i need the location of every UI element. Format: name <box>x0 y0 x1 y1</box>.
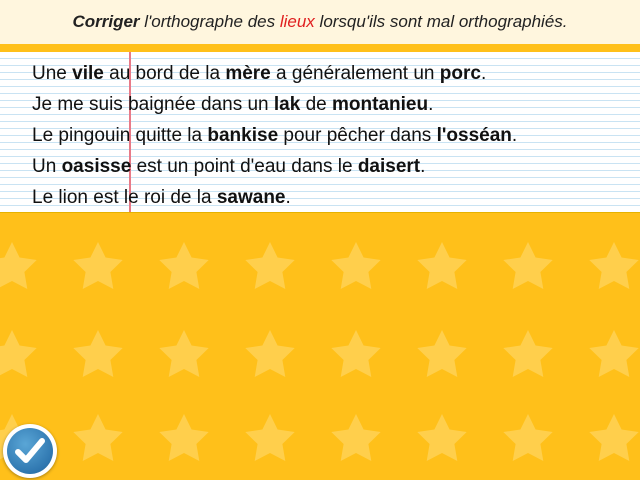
sentence-text: . <box>428 94 434 115</box>
star-shape <box>331 330 381 377</box>
star-shape <box>417 414 467 461</box>
sentence-text: . <box>285 187 291 208</box>
star-shape <box>73 242 123 289</box>
star-shape <box>503 330 553 377</box>
star-shape <box>0 330 37 377</box>
star-shape <box>503 414 553 461</box>
star-shape <box>331 414 381 461</box>
sentence-text: . <box>480 63 487 84</box>
misspelled-word[interactable]: vile <box>72 63 104 84</box>
sentence-line: Une vile au bord de la mère a généraleme… <box>32 58 632 89</box>
star-shape <box>159 330 209 377</box>
misspelled-word[interactable]: porc <box>440 63 481 84</box>
misspelled-word[interactable]: oasisse <box>62 156 132 177</box>
instruction-verb: Corriger <box>72 12 140 31</box>
sentence-text: Le pingouin quitte la <box>32 125 208 146</box>
sentence-line: Un oasisse est un point d'eau dans le da… <box>32 151 632 182</box>
instruction-text: l'orthographe des <box>139 12 280 31</box>
star-shape <box>589 414 639 461</box>
star-shape <box>159 414 209 461</box>
sentence-text: pour pêcher dans <box>278 125 437 146</box>
misspelled-word[interactable]: bankise <box>207 125 278 146</box>
star-shape <box>73 414 123 461</box>
instruction-text-end: lorsqu'ils sont mal orthographiés. <box>314 12 568 31</box>
misspelled-word[interactable]: lak <box>274 94 300 115</box>
sentence-line: Je me suis baignée dans un lak de montan… <box>32 89 632 120</box>
star-shape <box>73 330 123 377</box>
star-shape <box>417 242 467 289</box>
star-shape <box>245 330 295 377</box>
sentence-line: Le lion est le roi de la sawane. <box>32 182 632 213</box>
sentence-text: a généralement un <box>270 63 440 84</box>
checkmark-icon <box>15 438 45 463</box>
star-shape <box>417 330 467 377</box>
sentence-list: Une vile au bord de la mère a généraleme… <box>32 58 632 213</box>
misspelled-word[interactable]: sawane <box>217 187 286 208</box>
misspelled-word[interactable]: montanieu <box>332 94 428 115</box>
instruction-bar: Corriger l'orthographe des lieux lorsqu'… <box>0 0 640 44</box>
instruction-keyword: lieux <box>279 12 315 31</box>
star-shape <box>589 242 639 289</box>
sentence-text: Un <box>32 156 62 177</box>
star-shape <box>245 242 295 289</box>
misspelled-word[interactable]: daisert <box>358 156 420 177</box>
star-shape <box>0 242 37 289</box>
sentence-text: au bord de la <box>103 63 226 84</box>
misspelled-word[interactable]: mère <box>225 63 270 84</box>
sentence-text: . <box>511 125 518 146</box>
star-shape <box>503 242 553 289</box>
sentence-text: de <box>300 94 333 115</box>
sentence-text: est un point d'eau dans le <box>131 156 358 177</box>
check-answer-button[interactable] <box>3 424 57 478</box>
sentence-text: Le lion est le roi de la <box>32 187 217 208</box>
star-shape <box>159 242 209 289</box>
sentence-line: Le pingouin quitte la bankise pour pêche… <box>32 120 632 151</box>
sentence-text: Une <box>32 63 73 84</box>
sentence-text: Je me suis baignée dans un <box>32 94 274 115</box>
misspelled-word[interactable]: l'osséan <box>437 125 512 146</box>
star-shape <box>589 330 639 377</box>
star-shape <box>245 414 295 461</box>
star-shape <box>331 242 381 289</box>
sentence-text: . <box>420 156 426 177</box>
